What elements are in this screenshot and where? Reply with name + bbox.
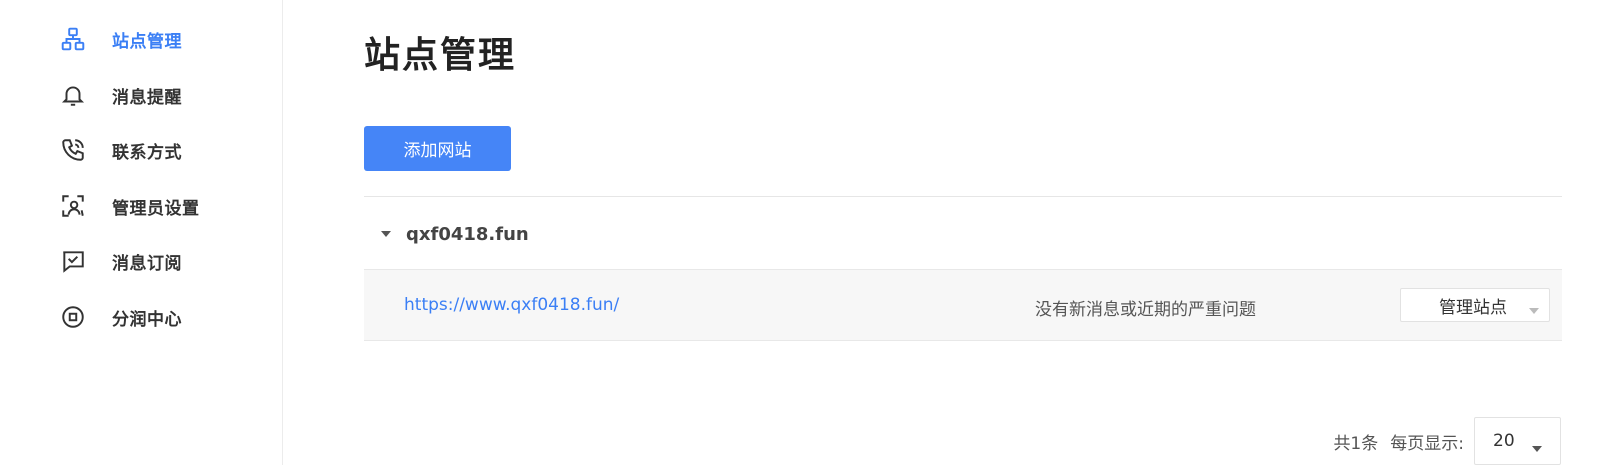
bell-icon (58, 80, 88, 110)
page-size-select[interactable]: 20 (1474, 417, 1561, 465)
site-url-link[interactable]: https://www.qxf0418.fun/ (404, 295, 619, 315)
caret-down-icon[interactable] (378, 226, 394, 242)
sidebar-item-admin-settings[interactable]: 管理员设置 (58, 191, 258, 221)
pagination-total: 共1条 (1333, 433, 1379, 454)
sidebar-item-label: 消息订阅 (112, 253, 182, 274)
sidebar-item-profit-center[interactable]: 分润中心 (58, 302, 258, 332)
main-content: 站点管理 添加网站 qxf0418.fun https://www.qxf041… (283, 0, 1618, 465)
manage-site-dropdown[interactable]: 管理站点 (1400, 288, 1550, 322)
page-size-value: 20 (1493, 431, 1515, 451)
page-title: 站点管理 (364, 35, 517, 76)
site-status-text: 没有新消息或近期的严重问题 (1035, 300, 1256, 320)
sidebar-item-label: 管理员设置 (112, 198, 200, 219)
chevron-down-icon (1532, 437, 1542, 456)
sidebar-item-label: 联系方式 (112, 142, 182, 163)
sidebar-item-label: 站点管理 (112, 31, 182, 52)
site-group-header[interactable]: qxf0418.fun (364, 216, 964, 252)
sidebar-item-label: 分润中心 (112, 309, 182, 330)
divider (364, 196, 1562, 197)
site-row: https://www.qxf0418.fun/ 没有新消息或近期的严重问题 管… (364, 269, 1562, 341)
sidebar-item-label: 消息提醒 (112, 87, 182, 108)
sidebar-item-subscriptions[interactable]: 消息订阅 (58, 246, 258, 276)
add-website-button[interactable]: 添加网站 (364, 126, 511, 171)
admin-user-icon (58, 191, 88, 221)
chevron-down-icon (1529, 299, 1539, 318)
message-check-icon (58, 246, 88, 276)
profit-center-icon (58, 302, 88, 332)
sidebar-item-contact[interactable]: 联系方式 (58, 135, 258, 165)
sitemap-icon (58, 24, 88, 54)
manage-site-label: 管理站点 (1439, 297, 1507, 318)
sidebar-item-site-management[interactable]: 站点管理 (58, 24, 258, 54)
app: 站点管理 消息提醒 联系方式 管理员设置 消息订阅 分润中心 站点管理 添加网站… (0, 0, 1618, 465)
sidebar: 站点管理 消息提醒 联系方式 管理员设置 消息订阅 分润中心 (0, 0, 283, 465)
pagination-per-page-label: 每页显示: (1390, 433, 1464, 454)
pagination: 共1条 每页显示: 20 (1333, 417, 1561, 465)
sidebar-item-notifications[interactable]: 消息提醒 (58, 80, 258, 110)
phone-icon (58, 135, 88, 165)
site-group-name: qxf0418.fun (406, 223, 529, 245)
